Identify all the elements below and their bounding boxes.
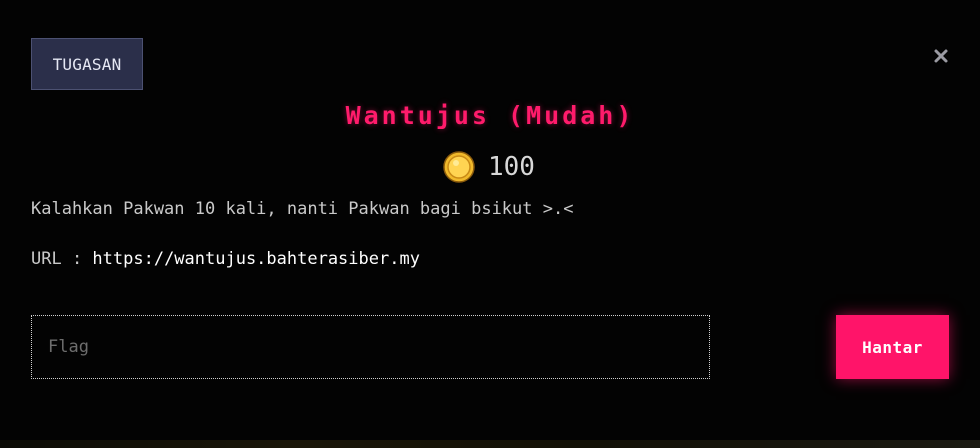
submit-button[interactable]: Hantar	[836, 315, 949, 379]
points-display: 100	[442, 150, 535, 184]
close-icon[interactable]	[931, 46, 951, 66]
points-value: 100	[488, 152, 535, 182]
backdrop-strip	[0, 440, 980, 448]
flag-input[interactable]	[31, 315, 710, 379]
challenge-url-link[interactable]: https://wantujus.bahterasiber.my	[92, 249, 420, 269]
challenge-title: Wantujus (Mudah)	[345, 101, 635, 130]
challenge-description: Kalahkan Pakwan 10 kali, nanti Pakwan ba…	[31, 199, 574, 219]
url-line: URL : https://wantujus.bahterasiber.my	[31, 249, 420, 269]
coin-icon	[443, 151, 475, 183]
challenge-modal: TUGASAN Wantujus (Mudah) 100 Kalahkan Pa…	[0, 0, 980, 440]
tab-tugasan[interactable]: TUGASAN	[31, 38, 143, 90]
url-label: URL :	[31, 249, 93, 269]
